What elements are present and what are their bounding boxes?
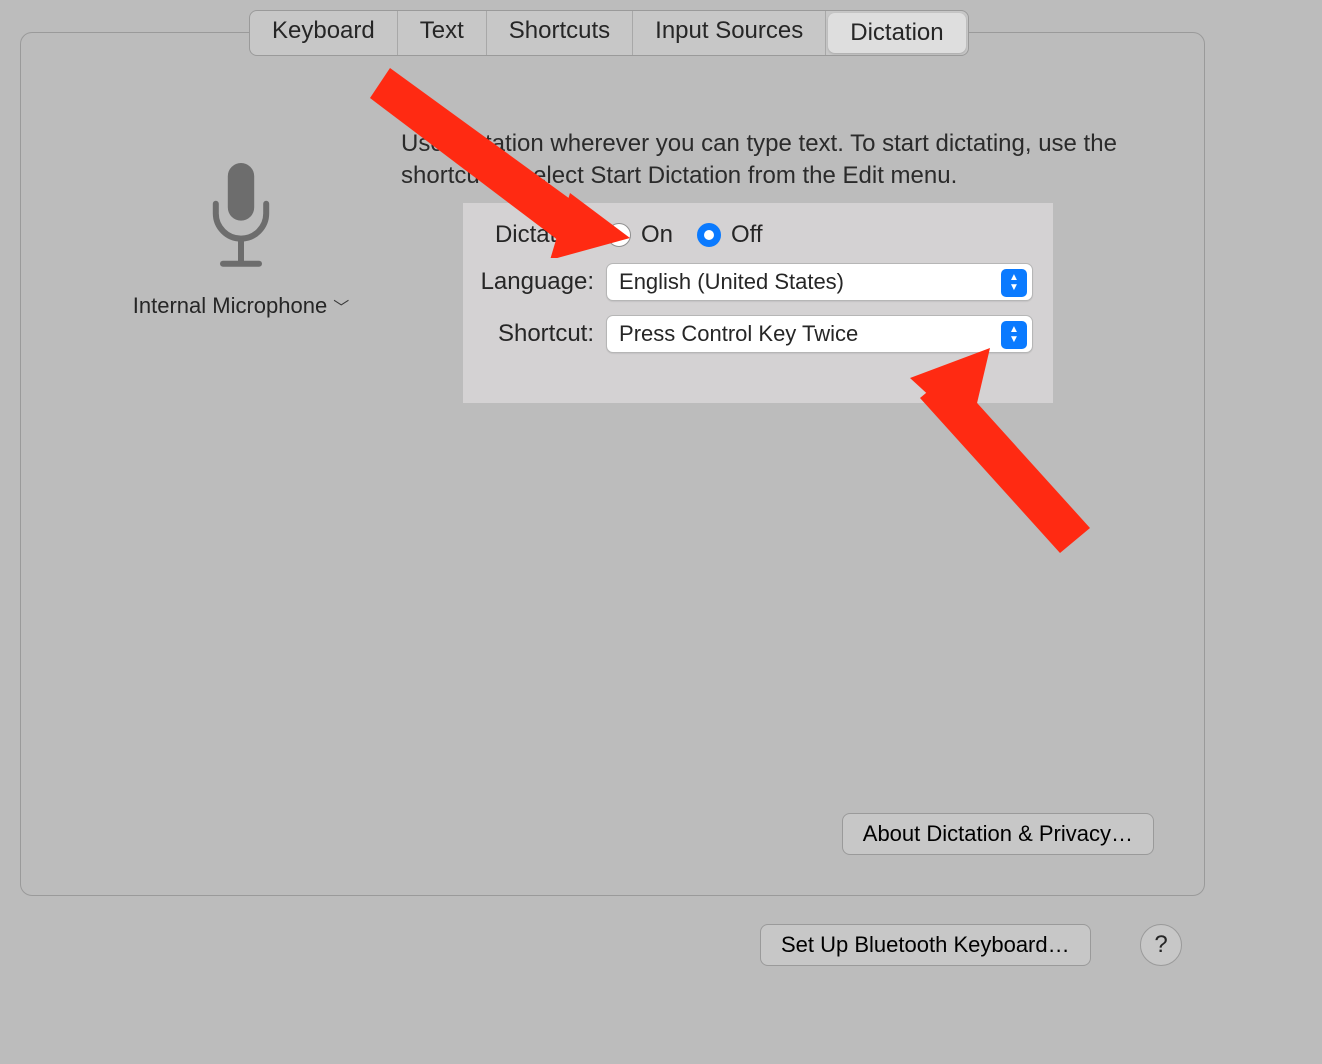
- updown-icon: [1001, 269, 1027, 297]
- dictation-off-radio[interactable]: [697, 223, 721, 247]
- chevron-down-icon: ﹀: [333, 294, 349, 318]
- annotation-arrow-top: [370, 58, 630, 258]
- tab-keyboard[interactable]: Keyboard: [250, 11, 398, 55]
- microphone-icon: [196, 163, 286, 273]
- help-button[interactable]: ?: [1140, 924, 1182, 966]
- tab-dictation[interactable]: Dictation: [828, 13, 965, 53]
- shortcut-value: Press Control Key Twice: [619, 321, 858, 347]
- microphone-label: Internal Microphone: [133, 293, 327, 319]
- language-row-label: Language:: [473, 268, 594, 296]
- setup-bluetooth-button[interactable]: Set Up Bluetooth Keyboard…: [760, 924, 1091, 966]
- tab-text[interactable]: Text: [398, 11, 487, 55]
- language-select[interactable]: English (United States): [606, 263, 1033, 301]
- tab-bar: Keyboard Text Shortcuts Input Sources Di…: [249, 10, 969, 56]
- microphone-block: Internal Microphone ﹀: [106, 163, 376, 319]
- dictation-on-label: On: [641, 221, 673, 249]
- shortcut-row-label: Shortcut:: [473, 320, 594, 348]
- dictation-off-label: Off: [731, 221, 763, 249]
- annotation-arrow-bottom: [890, 338, 1110, 558]
- about-dictation-button[interactable]: About Dictation & Privacy…: [842, 813, 1154, 855]
- microphone-selector[interactable]: Internal Microphone ﹀: [133, 293, 349, 319]
- tab-input-sources[interactable]: Input Sources: [633, 11, 826, 55]
- tab-shortcuts[interactable]: Shortcuts: [487, 11, 633, 55]
- language-value: English (United States): [619, 269, 844, 295]
